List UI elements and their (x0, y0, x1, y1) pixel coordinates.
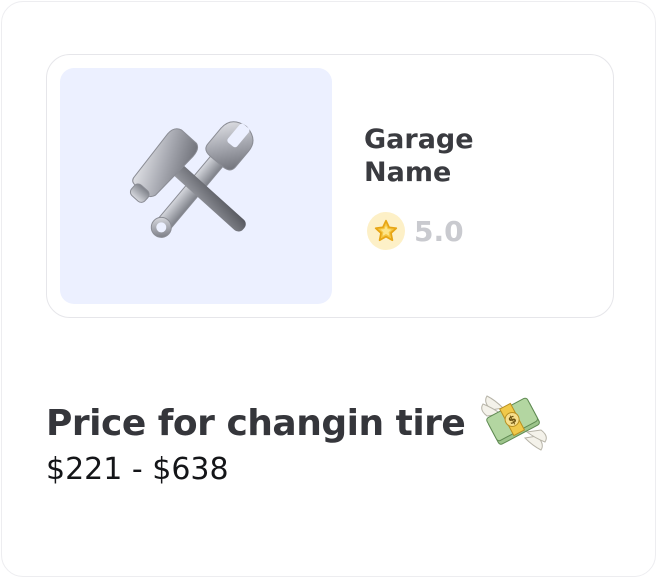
rating: 5.0 (367, 212, 464, 250)
price-title: Price for changin tire (46, 402, 466, 444)
star-icon (374, 219, 398, 242)
garage-info-card[interactable]: Garage Name 5.0 (46, 54, 614, 318)
garage-price-card[interactable]: Garage Name 5.0 Price for changin tire $… (1, 1, 656, 577)
rating-badge (367, 212, 405, 250)
price-heading: Price for changin tire $ (46, 390, 548, 456)
garage-name: Garage Name (364, 124, 474, 188)
hammer-and-wrench-icon (129, 121, 254, 238)
money-with-wings-icon: $ (481, 395, 548, 451)
garage-image (60, 68, 332, 304)
price-range: $221 - $638 (46, 452, 229, 487)
rating-value: 5.0 (414, 214, 464, 248)
